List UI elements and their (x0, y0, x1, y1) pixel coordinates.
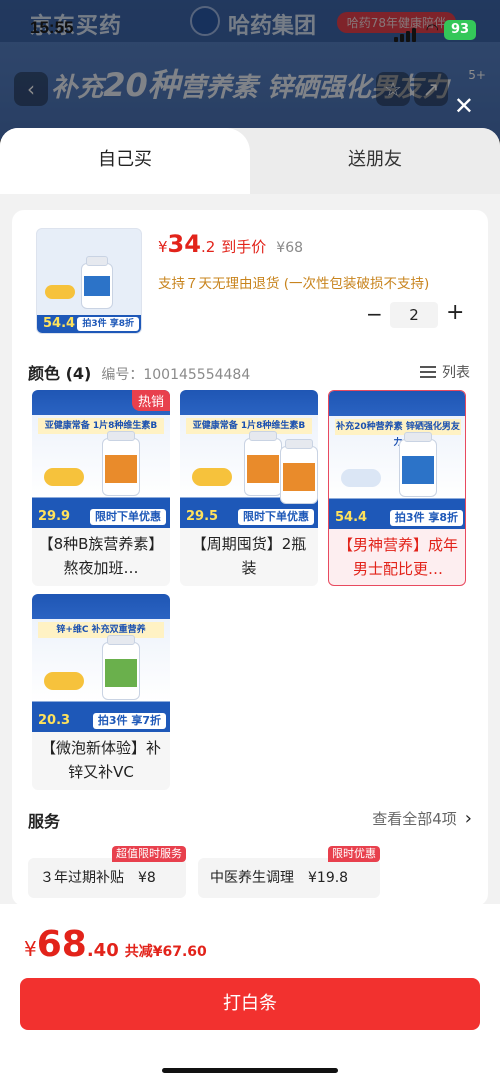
variant-bar-deal: 拍3件 享7折 (92, 713, 166, 729)
tablet-graphic (192, 468, 232, 486)
variant-option[interactable]: 锌+维C 补充双重营养 20.3 拍3件 享7折 【微泡新体验】补锌又补VC (32, 594, 170, 790)
services-title: 服务 (28, 812, 61, 831)
price-decimal: .2 (200, 238, 216, 256)
variant-option[interactable]: 亚健康常备 1片8种维生素B 29.5 限时下单优惠 【周期囤货】2瓶装 (180, 390, 318, 586)
clock: 15:55 (30, 18, 74, 37)
service-option[interactable]: 中医养生调理 ¥19.8 限时优惠 (198, 846, 380, 898)
hot-sale-badge: 热销 (131, 390, 170, 411)
variant-image: 锌+维C 补充双重营养 20.3 拍3件 享7折 (32, 594, 170, 732)
service-badge: 超值限时服务 (112, 846, 186, 862)
thumbnail-bar-price: 54.4 (43, 316, 76, 331)
color-header: 颜色 (4) 编号：100145554484 列表 (28, 360, 474, 384)
decrease-button[interactable]: − (366, 302, 383, 326)
service-option[interactable]: ３年过期补贴 ¥8 超值限时服务 (28, 846, 186, 898)
service-badge: 限时优惠 (328, 846, 380, 862)
tablet-graphic (44, 468, 84, 486)
bottle-graphic (102, 431, 140, 496)
quantity-stepper: − 2 + (360, 300, 472, 328)
service-price: ¥19.8 (308, 870, 349, 886)
status-bar: 15:55 ◠ 93 (0, 18, 500, 42)
tablet-graphic (45, 285, 75, 299)
total-price: ¥68.40 共减¥67.60 (24, 924, 207, 965)
savings-amount: 共减¥67.60 (124, 944, 207, 960)
tab-buy-for-self[interactable]: 自己买 (0, 128, 250, 194)
list-icon (420, 366, 436, 378)
total-symbol: ¥ (24, 937, 37, 961)
total-decimal: .40 (86, 940, 119, 961)
variant-image: 亚健康常备 1片8种维生素B 29.5 限时下单优惠 (180, 390, 318, 528)
variant-name: 【周期囤货】2瓶装 (191, 535, 307, 577)
increase-button[interactable]: + (446, 300, 464, 325)
variant-name: 【男神营养】成年男士配比更… (337, 536, 458, 578)
variant-image-tagline: 亚健康常备 1片8种维生素B (38, 418, 164, 434)
variant-name: 【微泡新体验】补锌又补VC (40, 739, 161, 781)
thumbnail-image: 54.4 拍3件 享8折 (37, 229, 141, 333)
bottle-graphic (102, 635, 140, 700)
variant-bar-deal: 限时下单优惠 (90, 509, 166, 525)
variant-name: 【8种B族营养素】熬夜加班… (38, 535, 164, 577)
color-title: 颜色 (4) (28, 364, 92, 383)
price-symbol: ¥ (158, 238, 168, 256)
thumbnail-price-bar: 54.4 拍3件 享8折 (37, 315, 141, 333)
variant-price-bar: 20.3 拍3件 享7折 (32, 710, 170, 732)
price-integer: 34 (167, 230, 201, 258)
variant-image: 补充20种营养素 锌硒强化男友力 54.4 拍3件 享8折 (329, 391, 465, 529)
tablet-graphic (341, 469, 381, 487)
battery-icon: 93 (444, 20, 476, 40)
variant-option-selected[interactable]: 补充20种营养素 锌硒强化男友力 54.4 拍3件 享8折 【男神营养】成年男士配… (328, 390, 466, 586)
chevron-right-icon: › (464, 808, 472, 829)
service-name: 中医养生调理 (210, 870, 294, 886)
bottle-graphic (81, 256, 113, 309)
list-view-label: 列表 (442, 365, 470, 381)
refund-policy: 支持７天无理由退货 (一次性包装破损不支持) (158, 276, 430, 292)
list-view-toggle[interactable]: 列表 (420, 362, 470, 382)
home-indicator[interactable] (162, 1068, 338, 1073)
tablet-graphic (44, 672, 84, 690)
variant-bar-price: 29.9 (38, 509, 71, 524)
view-all-services-link[interactable]: 查看全部4项 › (372, 808, 472, 829)
checkout-bar: ¥68.40 共减¥67.60 打白条 (0, 904, 500, 1082)
close-icon[interactable]: ✕ (454, 94, 474, 118)
wifi-icon: ◠ (426, 20, 438, 38)
product-thumbnail[interactable]: 54.4 拍3件 享8折 (36, 228, 142, 334)
sku-card: 54.4 拍3件 享8折 ¥34.2 到手价 ¥68 支持７天无理由退货 (一次性包… (12, 210, 488, 906)
variant-image-tagline: 锌+维C 补充双重营养 (38, 622, 164, 638)
variant-bar-price: 20.3 (38, 713, 71, 728)
purchase-sheet: 自己买 送朋友 54.4 拍3件 享8折 ¥34.2 到手价 ¥68 支持７天无理由… (0, 128, 500, 1082)
variant-price-bar: 29.9 限时下单优惠 (32, 506, 170, 528)
cellular-signal-icon (394, 22, 418, 42)
item-code: 编号：100145554484 (101, 367, 251, 383)
variant-bar-price: 29.5 (186, 509, 219, 524)
pay-with-baitiao-button[interactable]: 打白条 (20, 978, 480, 1030)
thumbnail-bar-deal: 拍3件 享8折 (77, 317, 139, 331)
variant-image-tagline: 补充20种营养素 锌硒强化男友力 (335, 419, 461, 448)
purchase-tabs: 自己买 送朋友 (0, 128, 500, 194)
original-price: ¥68 (276, 240, 304, 256)
variant-bar-deal: 拍3件 享8折 (389, 510, 463, 526)
variant-bar-deal: 限时下单优惠 (238, 509, 314, 525)
bottle-graphic (244, 431, 282, 496)
quantity-value[interactable]: 2 (390, 302, 438, 328)
price-row: ¥34.2 到手价 ¥68 (158, 230, 303, 258)
variant-price-bar: 54.4 拍3件 享8折 (329, 507, 465, 529)
second-bottle-graphic (280, 439, 318, 504)
service-name: ３年过期补贴 (40, 870, 124, 886)
variant-bar-price: 54.4 (335, 510, 368, 525)
total-integer: 68 (36, 924, 87, 965)
price-label: 到手价 (221, 238, 267, 256)
tab-gift-to-friend[interactable]: 送朋友 (250, 128, 500, 194)
service-price: ¥8 (138, 870, 156, 886)
view-all-label: 查看全部4项 (372, 810, 457, 828)
variant-price-bar: 29.5 限时下单优惠 (180, 506, 318, 528)
variant-option[interactable]: 亚健康常备 1片8种维生素B 29.9 限时下单优惠 热销 【8种B族营养素】熬夜… (32, 390, 170, 586)
bottle-graphic (399, 432, 437, 497)
